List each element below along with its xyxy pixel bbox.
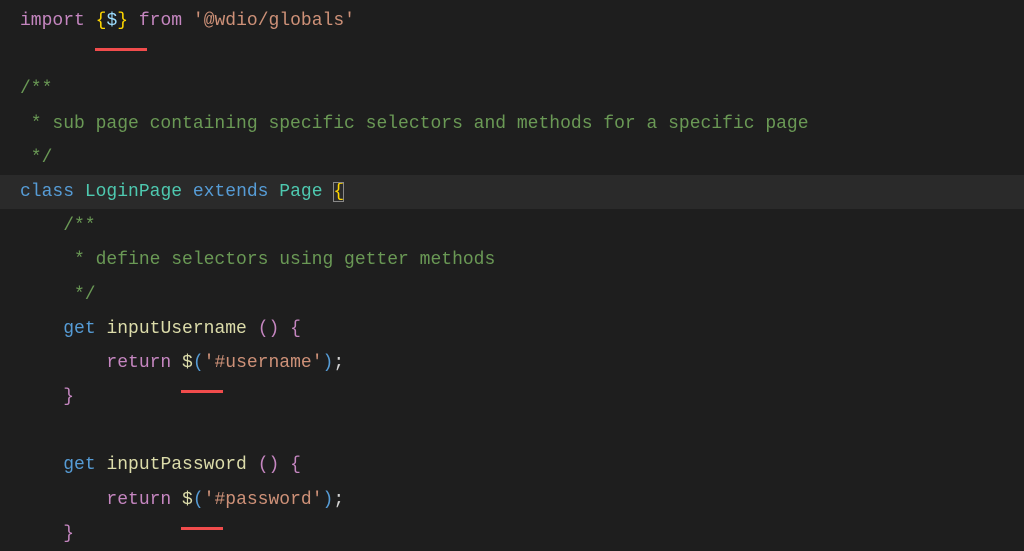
indent [20, 490, 106, 510]
keyword-return: return [106, 353, 171, 373]
space [323, 182, 334, 202]
space [171, 353, 182, 373]
keyword-get: get [63, 455, 95, 475]
paren-open: ( [193, 490, 204, 510]
indent [20, 319, 63, 339]
comment-body: * define selectors using getter methods [20, 250, 495, 270]
indent [20, 387, 63, 407]
parens: () [258, 455, 280, 475]
comment-open: /** [20, 79, 52, 99]
comment-open: /** [20, 216, 96, 236]
string-module: '@wdio/globals' [193, 11, 355, 31]
indent [20, 353, 106, 373]
code-line-3[interactable]: /** [0, 72, 1024, 106]
space [74, 182, 85, 202]
string-selector: '#password' [204, 490, 323, 510]
keyword-import: import [20, 11, 85, 31]
keyword-get: get [63, 319, 95, 339]
indent [20, 524, 63, 544]
function-dollar: $ [182, 353, 193, 373]
space [128, 11, 139, 31]
comment-close: */ [20, 285, 96, 305]
semicolon: ; [333, 490, 344, 510]
code-line-15[interactable]: return $('#password'); [0, 483, 1024, 517]
code-line-4[interactable]: * sub page containing specific selectors… [0, 107, 1024, 141]
code-editor[interactable]: import {$} from '@wdio/globals' /** * su… [0, 4, 1024, 551]
brace-close: } [63, 524, 74, 544]
code-line-8[interactable]: * define selectors using getter methods [0, 243, 1024, 277]
space [171, 490, 182, 510]
method-name: inputPassword [106, 455, 246, 475]
space [85, 11, 96, 31]
brace-open: { [290, 455, 301, 475]
brace-open: { [290, 319, 301, 339]
string-selector: '#username' [204, 353, 323, 373]
parent-class-name: Page [279, 182, 322, 202]
code-line-13-blank[interactable] [0, 414, 1024, 448]
space [279, 455, 290, 475]
class-name: LoginPage [85, 182, 182, 202]
code-line-2-blank[interactable] [0, 38, 1024, 72]
paren-close: ) [323, 490, 334, 510]
paren-open: ( [193, 353, 204, 373]
keyword-class: class [20, 182, 74, 202]
parens: () [258, 319, 280, 339]
brace-close: } [117, 11, 128, 31]
code-line-12[interactable]: } [0, 380, 1024, 414]
brace-open: { [96, 11, 107, 31]
indent [20, 455, 63, 475]
brace-open: { [333, 182, 344, 202]
paren-close: ) [323, 353, 334, 373]
code-line-5[interactable]: */ [0, 141, 1024, 175]
space [96, 319, 107, 339]
space [279, 319, 290, 339]
code-line-1[interactable]: import {$} from '@wdio/globals' [0, 4, 1024, 38]
space [247, 319, 258, 339]
function-dollar: $ [182, 490, 193, 510]
keyword-return: return [106, 490, 171, 510]
space [247, 455, 258, 475]
space [182, 182, 193, 202]
semicolon: ; [333, 353, 344, 373]
space [182, 11, 193, 31]
code-line-6[interactable]: class LoginPage extends Page { [0, 175, 1024, 209]
code-line-10[interactable]: get inputUsername () { [0, 312, 1024, 346]
method-name: inputUsername [106, 319, 246, 339]
brace-close: } [63, 387, 74, 407]
code-line-14[interactable]: get inputPassword () { [0, 448, 1024, 482]
keyword-extends: extends [193, 182, 269, 202]
code-line-11[interactable]: return $('#username'); [0, 346, 1024, 380]
identifier-dollar: $ [106, 11, 117, 31]
comment-close: */ [20, 148, 52, 168]
comment-body: * sub page containing specific selectors… [20, 114, 809, 134]
code-line-9[interactable]: */ [0, 278, 1024, 312]
space [96, 455, 107, 475]
space [268, 182, 279, 202]
code-line-7[interactable]: /** [0, 209, 1024, 243]
keyword-from: from [139, 11, 182, 31]
